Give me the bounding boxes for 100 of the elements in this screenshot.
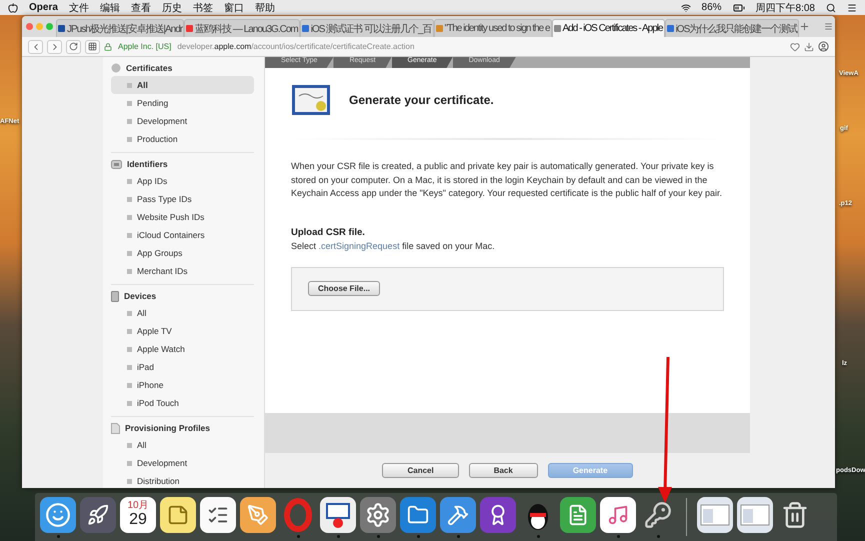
sidebar-item[interactable]: App Groups	[111, 244, 254, 262]
sidebar-item[interactable]: iPhone	[111, 376, 254, 394]
running-indicator	[296, 534, 300, 538]
sidebar-item[interactable]: Merchant IDs	[111, 262, 254, 280]
menu-icon[interactable]	[847, 2, 857, 12]
sidebar-item[interactable]: Apple TV	[111, 322, 254, 340]
url-text: developer.apple.com/account/ios/certificate/certificateCreate.action	[177, 42, 414, 51]
apple-icon[interactable]	[8, 2, 18, 12]
certificate-icon	[291, 84, 331, 116]
browser-tab[interactable]: JPush极光推送|安卓推送|Andr	[56, 19, 184, 37]
grid-icon	[88, 42, 97, 51]
sidebar-item[interactable]: Development	[111, 112, 254, 130]
checklist-icon[interactable]	[200, 496, 236, 532]
menu-item[interactable]: Opera	[29, 2, 58, 13]
sidebar-item[interactable]: App IDs	[111, 172, 254, 190]
seal-icon	[111, 63, 121, 73]
calendar-month: 10月	[127, 501, 149, 511]
grid-button[interactable]	[85, 40, 100, 54]
sidebar-item[interactable]: All	[111, 76, 254, 94]
folder-icon[interactable]	[400, 496, 436, 532]
battery-icon[interactable]	[732, 2, 745, 14]
window-icon[interactable]	[320, 496, 356, 532]
menu-item[interactable]: 查看	[130, 0, 151, 14]
menu-item[interactable]: 文件	[68, 0, 89, 14]
lock-icon	[104, 42, 112, 50]
sidebar-item[interactable]: Website Push IDs	[111, 208, 254, 226]
section-title: Identifiers	[127, 159, 168, 169]
clock[interactable]: 周四下午8:08	[756, 0, 815, 14]
calendar-day: 29	[129, 511, 147, 528]
sidebar-item[interactable]: All	[111, 304, 254, 322]
calendar-icon[interactable]: 10月 29	[120, 496, 156, 532]
menu-item[interactable]: 书签	[192, 0, 213, 14]
device-icon	[111, 290, 119, 302]
page-heading: Generate your certificate.	[349, 93, 494, 107]
back-button[interactable]	[28, 40, 43, 54]
sidebar-item[interactable]: Distribution	[111, 472, 254, 488]
action-button[interactable]: Cancel	[382, 463, 459, 478]
browser-tab[interactable]: 蓝鸥科技 — Lanou3G.Com	[184, 19, 300, 37]
sidebar-item[interactable]: Apple Watch	[111, 340, 254, 358]
sidebar-item[interactable]: All	[111, 436, 254, 454]
smiling-face-icon[interactable]	[40, 496, 76, 532]
sidebar-item[interactable]: Pending	[111, 94, 254, 112]
pen-icon[interactable]	[240, 496, 276, 532]
menu-item[interactable]: 历史	[162, 0, 182, 14]
reload-button[interactable]	[66, 40, 81, 54]
document-icon[interactable]	[560, 496, 596, 532]
browser-tab[interactable]: iOS为什么我只能创建一个测试	[664, 19, 800, 37]
gear-icon[interactable]	[360, 496, 396, 532]
running-indicator	[416, 534, 420, 538]
reload-icon	[69, 42, 78, 51]
download-icon[interactable]	[804, 42, 814, 52]
ribbon-icon[interactable]	[480, 496, 516, 532]
rocket-icon[interactable]	[80, 496, 116, 532]
favicon-icon	[302, 25, 309, 32]
sidebar-item[interactable]: iPad	[111, 358, 254, 376]
document-icon	[111, 422, 120, 434]
action-button[interactable]: Back	[468, 463, 538, 478]
sidebar-item[interactable]: iCloud Containers	[111, 226, 254, 244]
favicon-icon	[554, 25, 560, 32]
description: When your CSR file is created, a public and private key pair is automatically generated. Your private key is stored on your computer. On a Mac, it is stored in the login Keychain by default and can be viewed in the Keychain Access app under the "Keys" category. Your requested certificate is the public half of your key pair.	[291, 160, 723, 200]
section-title: Devices	[124, 291, 156, 301]
favicon-icon	[666, 25, 674, 32]
window-thumbnail-icon[interactable]	[697, 496, 733, 532]
favicon-icon	[186, 25, 194, 32]
upload-hint: Select .certSigningRequest file saved on your Mac.	[291, 240, 496, 250]
music-note-icon[interactable]	[600, 496, 636, 532]
window-thumbnail-icon[interactable]	[737, 496, 773, 532]
sidebar-item[interactable]: iPod Touch	[111, 394, 254, 412]
forward-button[interactable]	[47, 40, 62, 54]
sidebar-item[interactable]: Development	[111, 454, 254, 472]
hammer-icon[interactable]	[440, 496, 476, 532]
browser-tab[interactable]: "The identity used to sign the e	[434, 19, 552, 37]
running-indicator	[536, 534, 540, 538]
battery-percent: 86%	[702, 2, 722, 13]
heart-icon[interactable]	[790, 42, 800, 52]
favicon-icon	[436, 25, 443, 32]
search-icon[interactable]	[826, 2, 836, 12]
section-title: Certificates	[126, 63, 172, 73]
new-tab-icon[interactable]	[799, 21, 810, 32]
running-indicator	[376, 534, 380, 538]
menu-item[interactable]: 帮助	[254, 0, 275, 14]
profile-icon[interactable]	[818, 41, 829, 52]
site-identity: Apple Inc. [US]	[118, 42, 172, 51]
upload-heading: Upload CSR file.	[291, 226, 366, 238]
wifi-icon[interactable]	[680, 2, 691, 12]
running-indicator	[616, 534, 620, 538]
sidebar-item[interactable]: Pass Type IDs	[111, 190, 254, 208]
notepad-icon[interactable]	[160, 496, 196, 532]
choose-file-button[interactable]: Choose File...	[308, 281, 380, 296]
section-title: Provisioning Profiles	[125, 423, 210, 433]
menu-item[interactable]: 窗口	[224, 0, 244, 14]
menu-item[interactable]: 编辑	[100, 0, 120, 14]
running-indicator	[336, 534, 340, 538]
id-card-icon	[111, 160, 122, 168]
favicon-icon	[58, 25, 65, 32]
running-indicator	[656, 534, 660, 538]
running-indicator	[456, 534, 460, 538]
browser-tab[interactable]: Add - iOS Certificates - Apple	[552, 19, 665, 37]
sidebar-item[interactable]: Production	[111, 130, 254, 148]
browser-tab[interactable]: iOS 测试证书 可以注册几个_百	[300, 19, 434, 37]
